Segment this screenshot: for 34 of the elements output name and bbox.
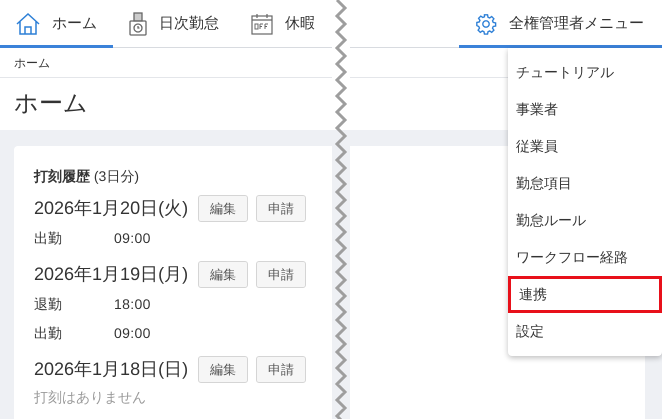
punch-time: 09:00 [114, 324, 151, 343]
day-action-button[interactable]: 編集 [198, 261, 248, 288]
day-date: 2026年1月18日(日) [34, 358, 190, 381]
day-action-button[interactable]: 編集 [198, 195, 248, 222]
nav-tab[interactable]: 休暇 [235, 0, 331, 48]
day-action-button[interactable]: 編集 [198, 356, 248, 383]
day-action-button[interactable]: 申請 [256, 356, 306, 383]
home-icon [16, 13, 40, 35]
menu-item[interactable]: 勤怠ルール [508, 202, 662, 239]
calendar-off-icon [251, 13, 273, 35]
day-date: 2026年1月20日(火) [34, 197, 190, 220]
menu-item[interactable]: ワークフロー経路 [508, 239, 662, 276]
menu-item[interactable]: 事業者 [508, 91, 662, 128]
nav-tab[interactable]: 日次勤怠 [113, 0, 235, 48]
punch-type: 出勤 [34, 229, 63, 248]
day-date: 2026年1月19日(月) [34, 263, 190, 286]
empty-message: 打刻はありません [34, 388, 146, 406]
day-action-button[interactable]: 申請 [256, 195, 306, 222]
punch-time: 09:00 [114, 229, 151, 248]
day-action-button[interactable]: 申請 [256, 261, 306, 288]
history-count: (3日分) [94, 168, 140, 184]
menu-item[interactable]: 連携 [508, 276, 662, 313]
breadcrumb-link[interactable]: ホーム [0, 54, 64, 72]
timer-device-icon [129, 12, 147, 36]
menu-item[interactable]: 勤怠項目 [508, 165, 662, 202]
history-title: 打刻履歴 [34, 168, 90, 184]
menu-item[interactable]: 従業員 [508, 128, 662, 165]
menu-item[interactable]: 設定 [508, 313, 662, 350]
punch-time: 18:00 [114, 295, 151, 314]
settings-icon [475, 13, 497, 35]
punch-type: 出勤 [34, 324, 63, 343]
punch-type: 退勤 [34, 295, 63, 314]
page-title: ホーム [14, 89, 88, 119]
menu-item[interactable]: チュートリアル [508, 54, 662, 91]
